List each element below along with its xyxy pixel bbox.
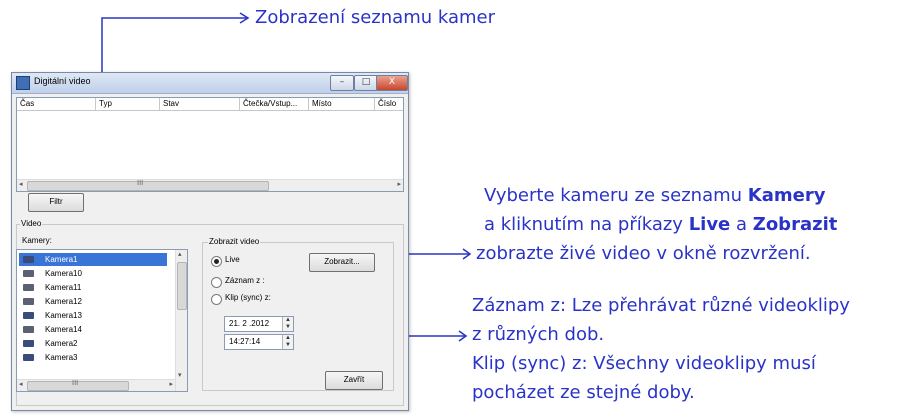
camera-icon xyxy=(23,326,34,333)
scroll-grip: III xyxy=(72,379,79,387)
time-picker[interactable]: 14:27:14 ▲ ▼ xyxy=(224,334,294,350)
column-header-reader[interactable]: Čtečka/Vstup... xyxy=(243,99,297,108)
camera-list-item[interactable]: Kamera14 xyxy=(19,323,167,336)
cameras-label: Kamery: xyxy=(22,236,52,245)
column-header-status[interactable]: Stav xyxy=(163,99,179,108)
minimize-button[interactable]: – xyxy=(330,75,354,91)
column-header-type[interactable]: Typ xyxy=(99,99,112,108)
camera-name: Kamera2 xyxy=(45,339,78,348)
time-spin-icon[interactable]: ▲ ▼ xyxy=(282,335,293,349)
events-header: Čas Typ Stav Čtečka/Vstup... Místo Číslo xyxy=(17,98,403,111)
scroll-thumb[interactable] xyxy=(27,181,269,191)
annotation-record-line3: Klip (sync) z: Všechny videoklipy musí xyxy=(472,353,816,374)
camera-list-item[interactable]: Kamera11 xyxy=(19,281,167,294)
annotation-top: Zobrazení seznamu kamer xyxy=(255,7,496,28)
time-value: 14:27:14 xyxy=(229,337,261,346)
annotation-select-line3: zobrazte živé video v okně rozvržení. xyxy=(476,243,811,264)
cameras-list[interactable]: Kamera1 Kamera10 Kamera11 Kamera12 Kamer… xyxy=(16,249,188,392)
close-window-button[interactable]: X xyxy=(376,75,408,91)
camera-name: Kamera3 xyxy=(45,353,78,362)
column-header-time[interactable]: Čas xyxy=(20,99,34,108)
scroll-right-icon[interactable]: ▸ xyxy=(397,180,401,188)
scroll-grip: III xyxy=(137,179,144,187)
column-divider[interactable] xyxy=(374,98,375,110)
video-group-label: Video xyxy=(20,219,43,228)
dome-camera-icon xyxy=(23,256,34,263)
camera-name: Kamera13 xyxy=(45,311,82,320)
window-title: Digitální video xyxy=(34,76,91,86)
record-from-label[interactable]: Záznam z : xyxy=(225,276,265,285)
annotation-select-line2: a kliknutím na příkazy Live a Zobrazit xyxy=(484,213,837,237)
scroll-right-icon[interactable]: ▸ xyxy=(169,380,173,388)
annotation-record-line2: z různých dob. xyxy=(472,324,605,345)
annotation-bold: Kamery xyxy=(747,185,826,206)
camera-name: Kamera12 xyxy=(45,297,82,306)
camera-icon xyxy=(23,270,34,277)
camera-name: Kamera10 xyxy=(45,269,82,278)
scroll-up-icon[interactable]: ▴ xyxy=(178,250,182,258)
annotation-bold: Zobrazit xyxy=(752,214,838,235)
title-bar[interactable]: Digitální video – □ X xyxy=(12,73,408,94)
camera-list-item[interactable]: Kamera13 xyxy=(19,309,167,322)
column-divider[interactable] xyxy=(239,98,240,110)
clip-sync-label[interactable]: Klip (sync) z: xyxy=(225,293,271,302)
record-from-radio[interactable] xyxy=(211,277,222,288)
events-horizontal-scrollbar[interactable]: ◂ III ▸ xyxy=(17,179,403,191)
dome-camera-icon xyxy=(23,340,34,347)
camera-list-item[interactable]: Kamera12 xyxy=(19,295,167,308)
camera-list-item[interactable]: Kamera1 xyxy=(19,253,167,266)
column-header-place[interactable]: Místo xyxy=(312,99,332,108)
date-value: 21. 2 .2012 xyxy=(229,319,270,328)
annotation-text: a kliknutím na příkazy xyxy=(484,214,689,235)
date-picker[interactable]: 21. 2 .2012 ▲ ▼ xyxy=(224,316,294,332)
column-divider[interactable] xyxy=(308,98,309,110)
column-divider[interactable] xyxy=(159,98,160,110)
annotation-select-line1: Vyberte kameru ze seznamu Kamery xyxy=(484,184,825,208)
show-button[interactable]: Zobrazit... xyxy=(309,253,375,272)
camera-name: Kamera1 xyxy=(45,255,78,264)
scroll-thumb[interactable] xyxy=(177,262,187,310)
annotation-text: Vyberte kameru ze seznamu xyxy=(484,185,748,206)
filter-button[interactable]: Filtr xyxy=(28,193,84,212)
close-button[interactable]: Zavřít xyxy=(325,371,383,390)
date-spin-icon[interactable]: ▲ ▼ xyxy=(282,317,293,331)
camera-icon xyxy=(23,298,34,305)
annotation-bold: Live xyxy=(688,214,731,235)
show-video-label: Zobrazit video xyxy=(208,237,261,246)
annotation-record-line4: pocházet ze stejné doby. xyxy=(472,382,695,403)
scroll-left-icon[interactable]: ◂ xyxy=(19,180,23,188)
camera-icon xyxy=(23,284,34,291)
scroll-left-icon[interactable]: ◂ xyxy=(19,380,23,388)
cameras-horizontal-scrollbar[interactable]: ◂ III ▸ xyxy=(17,379,175,391)
column-header-number[interactable]: Číslo xyxy=(378,99,396,108)
camera-list-item[interactable]: Kamera10 xyxy=(19,267,167,280)
annotation-record-line1: Záznam z: Lze přehrávat různé videoklipy xyxy=(472,295,850,316)
live-radio[interactable] xyxy=(211,256,222,267)
scroll-down-icon[interactable]: ▾ xyxy=(178,371,182,379)
camera-list-item[interactable]: Kamera2 xyxy=(19,337,167,350)
annotation-text: a xyxy=(730,214,753,235)
events-list[interactable]: Čas Typ Stav Čtečka/Vstup... Místo Číslo… xyxy=(16,97,404,192)
app-icon xyxy=(16,76,30,90)
column-divider[interactable] xyxy=(95,98,96,110)
camera-name: Kamera14 xyxy=(45,325,82,334)
dome-camera-icon xyxy=(23,312,34,319)
live-label[interactable]: Live xyxy=(225,255,240,264)
camera-name: Kamera11 xyxy=(45,283,82,292)
cameras-vertical-scrollbar[interactable]: ▴ ▾ xyxy=(175,250,187,391)
maximize-button[interactable]: □ xyxy=(354,75,378,91)
camera-list-item[interactable]: Kamera3 xyxy=(19,351,167,364)
clip-sync-radio[interactable] xyxy=(211,294,222,305)
dome-camera-icon xyxy=(23,354,34,361)
